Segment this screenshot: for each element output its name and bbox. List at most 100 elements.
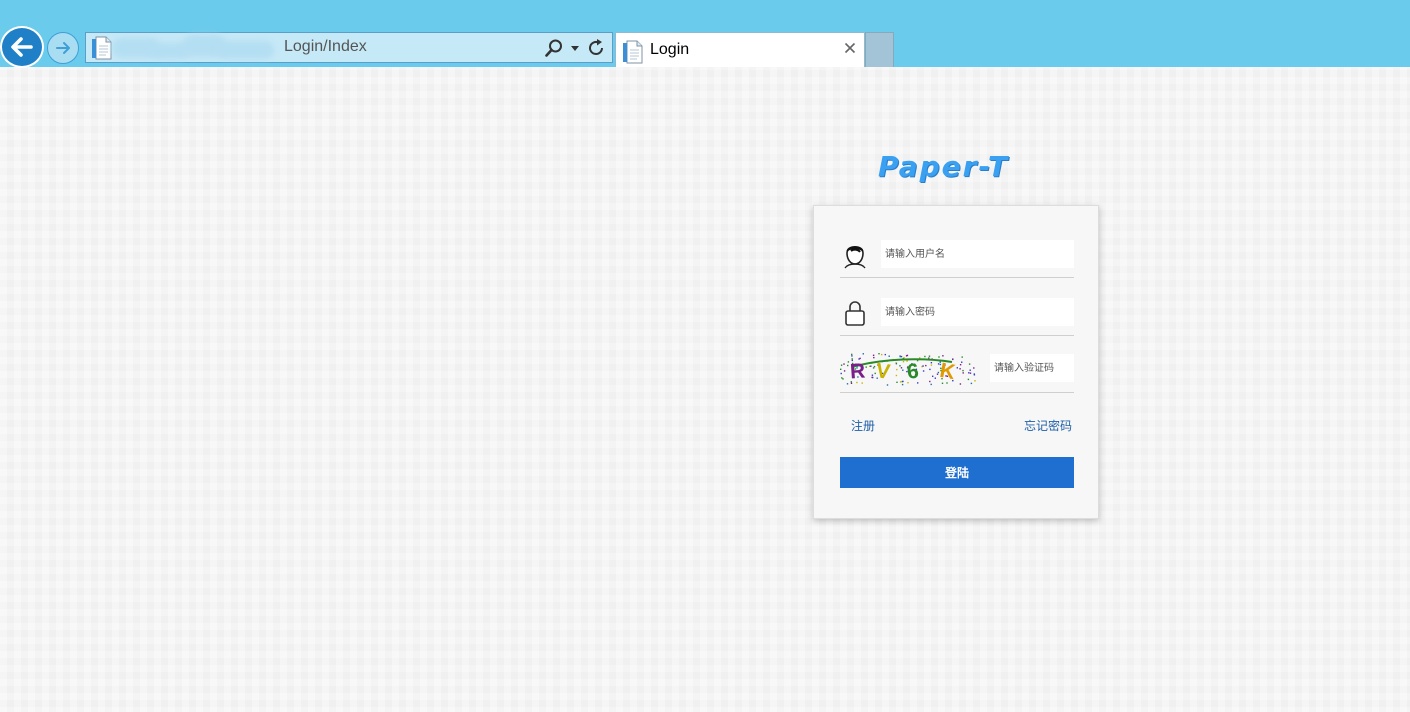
captcha-noise-dot: [928, 355, 931, 357]
captcha-noise-dot: [840, 372, 842, 375]
close-icon: [844, 42, 856, 54]
captcha-noise-dot: [886, 384, 889, 386]
captcha-noise-dot: [872, 354, 875, 356]
forward-arrow-icon: [56, 42, 70, 54]
captcha-noise-dot: [973, 374, 976, 376]
captcha-noise-dot: [974, 380, 976, 382]
user-avatar-icon: [844, 246, 866, 269]
captcha-noise-dot: [932, 375, 934, 377]
captcha-noise-dot: [930, 362, 933, 364]
browser-chrome: Login/Index Login: [0, 0, 1410, 68]
password-input[interactable]: [881, 298, 1074, 326]
captcha-char: 6: [906, 360, 920, 384]
captcha-noise-dot: [871, 374, 874, 376]
captcha-noise-dot: [937, 363, 940, 365]
captcha-noise-dot: [896, 368, 898, 371]
captcha-noise-dot: [941, 382, 944, 384]
login-button[interactable]: 登陆: [840, 457, 1074, 488]
captcha-noise-dot: [843, 370, 846, 372]
new-tab-button[interactable]: [865, 32, 894, 67]
captcha-noise-dot: [884, 353, 886, 356]
captcha-noise-dot: [970, 382, 973, 385]
captcha-noise-dot: [873, 365, 876, 368]
captcha-noise-dot: [872, 367, 875, 369]
captcha-noise-dot: [922, 370, 925, 372]
captcha-noise-dot: [969, 369, 971, 371]
captcha-noise-dot: [902, 380, 904, 383]
username-input[interactable]: [881, 240, 1074, 268]
captcha-noise-dot: [929, 368, 931, 371]
captcha-char: R: [849, 359, 866, 383]
captcha-noise-dot: [901, 383, 904, 386]
lock-icon: [845, 301, 865, 326]
captcha-noise-dot: [956, 367, 958, 369]
captcha-noise-dot: [902, 361, 905, 363]
login-card: RV6K 注册 忘记密码 登陆: [813, 205, 1099, 519]
captcha-noise-dot: [959, 383, 962, 385]
captcha-noise-dot: [847, 364, 849, 367]
back-button[interactable]: [0, 26, 44, 68]
captcha-noise-dot: [899, 381, 902, 383]
captcha-noise-dot: [929, 380, 931, 383]
captcha-noise-dot: [846, 383, 849, 385]
captcha-image[interactable]: RV6K: [840, 353, 977, 387]
obscured-url-region: [106, 35, 284, 61]
captcha-noise-dot: [881, 353, 883, 356]
username-row: [840, 238, 1074, 278]
refresh-icon[interactable]: [586, 38, 606, 58]
page-icon: [623, 40, 643, 64]
captcha-noise-dot: [922, 365, 924, 367]
captcha-noise-dot: [959, 364, 962, 366]
captcha-noise-dot: [968, 363, 971, 365]
captcha-noise-dot: [973, 367, 975, 369]
captcha-noise-dot: [841, 377, 843, 379]
captcha-strike-line: [851, 358, 953, 368]
captcha-char: V: [874, 359, 891, 384]
captcha-char: K: [938, 359, 957, 384]
captcha-input[interactable]: [990, 354, 1074, 382]
captcha-noise-dot: [925, 364, 927, 367]
captcha-noise-dot: [968, 372, 970, 374]
chevron-down-icon[interactable]: [570, 43, 580, 53]
address-bar[interactable]: Login/Index: [85, 32, 613, 63]
captcha-noise-dot: [842, 378, 844, 380]
tab-title: Login: [650, 41, 690, 58]
captcha-noise-dot: [895, 374, 898, 377]
forward-button[interactable]: [47, 32, 79, 64]
captcha-noise-dot: [961, 356, 963, 358]
captcha-noise-dot: [851, 355, 853, 357]
captcha-noise-dot: [959, 368, 961, 370]
captcha-noise-dot: [967, 378, 970, 381]
captcha-noise-dot: [840, 364, 843, 366]
tab-login[interactable]: Login: [615, 32, 865, 67]
captcha-noise-dot: [962, 369, 964, 372]
captcha-noise-dot: [905, 355, 908, 357]
captcha-noise-dot: [930, 383, 932, 386]
captcha-noise-dot: [962, 372, 964, 374]
captcha-noise-dot: [930, 364, 933, 366]
captcha-noise-dot: [934, 377, 936, 379]
captcha-noise-dot: [865, 366, 867, 368]
captcha-noise-dot: [924, 355, 926, 358]
captcha-noise-dot: [895, 363, 898, 365]
forgot-password-link[interactable]: 忘记密码: [1024, 417, 1072, 434]
captcha-noise-dot: [840, 368, 842, 370]
captcha-noise-dot: [969, 372, 972, 374]
captcha-noise-dot: [870, 365, 872, 367]
site-logo: Paper-T: [878, 150, 1010, 183]
address-text: Login/Index: [284, 38, 367, 55]
captcha-noise-dot: [851, 353, 853, 356]
captcha-noise-dot: [899, 365, 901, 367]
register-link[interactable]: 注册: [851, 417, 875, 434]
password-row: [840, 296, 1074, 336]
captcha-noise-dot: [938, 356, 940, 358]
captcha-noise-dot: [902, 369, 904, 371]
search-icon[interactable]: [544, 38, 564, 58]
captcha-noise-dot: [843, 363, 845, 365]
tab-close-button[interactable]: [842, 40, 858, 56]
captcha-noise-dot: [871, 376, 873, 379]
captcha-noise-dot: [900, 355, 903, 358]
captcha-noise-dot: [899, 355, 901, 357]
captcha-noise-dot: [862, 353, 864, 355]
captcha-noise-dot: [878, 353, 880, 355]
